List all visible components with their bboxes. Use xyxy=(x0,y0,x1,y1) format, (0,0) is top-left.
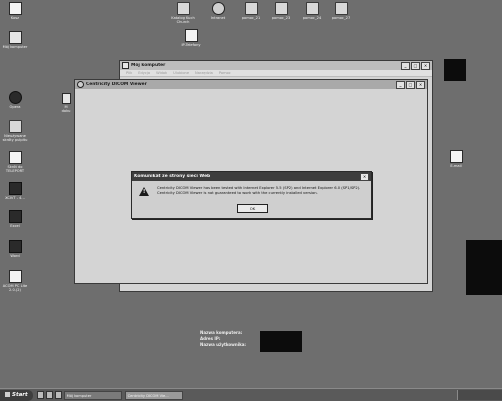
desktop-icon-opera[interactable]: Opera xyxy=(0,91,30,109)
desktop-icon-label: Katalog Kuch Church xyxy=(171,16,195,24)
folder-icon xyxy=(274,2,288,15)
desktop-icon-pomoc-24[interactable]: pomoc_24 xyxy=(297,2,327,20)
opera-icon xyxy=(8,91,22,104)
desktop-icon-katalog[interactable]: Katalog Kuch Church xyxy=(168,2,198,24)
desktop-icon-label: pomoc_24 xyxy=(302,16,322,20)
computer-icon xyxy=(8,31,22,44)
folder-icon xyxy=(244,2,258,15)
desktop-icon-moj-komputer[interactable]: Mój komputer xyxy=(0,31,30,49)
menu-item-widok[interactable]: Widok xyxy=(156,71,167,75)
maximize-button[interactable]: □ xyxy=(406,80,415,89)
app-icon xyxy=(8,270,22,283)
folder-icon xyxy=(8,120,22,133)
desktop-icon-acom[interactable]: ACOM PC Lite 2.0.(2) xyxy=(0,270,30,292)
desktop-icon-label: pomoc_27 xyxy=(331,16,351,20)
user-name-label: Nazwa użytkownika: xyxy=(200,342,247,347)
desktop-icon-label: IP-Telefony xyxy=(181,43,201,47)
document-icon xyxy=(61,93,71,104)
desktop-icon-email[interactable]: E-mail xyxy=(441,150,471,168)
warning-icon: ! xyxy=(139,187,149,196)
menu-bar: Plik Edycja Widok Ulubione Narzędzia Pom… xyxy=(120,70,432,77)
desktop-icon-word[interactable]: Word xyxy=(0,240,30,258)
menu-item-ulubione[interactable]: Ulubione xyxy=(173,71,189,75)
excel-icon xyxy=(8,210,22,223)
taskbar: Start Mój komputer Centricity DICOM Vie.… xyxy=(0,388,502,401)
maximize-button[interactable]: □ xyxy=(411,61,420,70)
close-button[interactable]: ✕ xyxy=(416,80,425,89)
ie-icon xyxy=(77,81,84,88)
desktop-icon-label: Opera xyxy=(9,105,21,109)
desktop-icon-label: Excel xyxy=(10,224,20,228)
window-titlebar[interactable]: Centricity DICOM Viewer _ □ ✕ xyxy=(75,80,427,89)
taskbar-item-dicom-viewer[interactable]: Centricity DICOM Vie... xyxy=(124,390,183,400)
desktop-icon-label: pomoc_23 xyxy=(271,16,291,20)
menu-item-edycja[interactable]: Edycja xyxy=(138,71,150,75)
dialog-message: Centricity DICOM Viewer has been tested … xyxy=(157,186,361,195)
window-title: Centricity DICOM Viewer xyxy=(86,82,147,87)
desktop-icon-label: E-mail xyxy=(450,164,462,168)
dialog-body: ! Centricity DICOM Viewer has been teste… xyxy=(132,181,371,218)
desktop-icon-pomoc-27[interactable]: pomoc_27 xyxy=(326,2,356,20)
menu-item-narzedzia[interactable]: Narzędzia xyxy=(195,71,213,75)
minimize-button[interactable]: _ xyxy=(401,61,410,70)
redacted-block xyxy=(260,331,302,352)
minimize-button[interactable]: _ xyxy=(396,80,405,89)
redacted-block xyxy=(444,59,466,81)
computer-info: Nazwa komputera: Adres IP: Nazwa użytkow… xyxy=(200,330,246,348)
quicklaunch-desktop-icon[interactable] xyxy=(45,391,53,399)
desktop-icon-label: pomoc_21 xyxy=(241,16,261,20)
desktop-icon-label: Kosz xyxy=(10,16,20,20)
email-icon xyxy=(449,150,463,163)
desktop-icon-intranet[interactable]: Intranet xyxy=(203,2,233,20)
menu-item-pomoc[interactable]: Pomoc xyxy=(219,71,231,75)
desktop-icon-kosz[interactable]: Kosz xyxy=(0,2,30,20)
trash-icon xyxy=(8,2,22,15)
app-icon xyxy=(8,182,22,195)
desktop-icon-niezywane[interactable]: Nieużywane skróty pulpitu xyxy=(0,120,30,142)
dialog-close-button[interactable]: ✕ xyxy=(360,172,369,181)
windows-logo-icon xyxy=(5,391,10,397)
desktop-icon-label: Word xyxy=(10,254,20,258)
globe-icon xyxy=(211,2,225,15)
system-tray xyxy=(457,390,502,400)
desktop-icon-skrot-teleporty[interactable]: Skrót do TELEPORT xyxy=(0,151,30,173)
quicklaunch-ie-icon[interactable] xyxy=(36,391,44,399)
desktop-icon-label: Intranet xyxy=(210,16,226,20)
quicklaunch-media-icon[interactable] xyxy=(54,391,62,399)
phone-icon xyxy=(184,29,198,42)
menu-item-plik[interactable]: Plik xyxy=(126,71,132,75)
window-title: Mój komputer xyxy=(131,63,166,68)
taskbar-item-moj-komputer[interactable]: Mój komputer xyxy=(63,390,122,400)
computer-icon xyxy=(122,62,129,69)
window-titlebar[interactable]: Mój komputer _ □ ✕ xyxy=(120,61,432,70)
folder-icon xyxy=(176,2,190,15)
desktop-icon-pomoc-23[interactable]: pomoc_23 xyxy=(266,2,296,20)
ok-button[interactable]: OK xyxy=(237,204,268,213)
desktop-icon-label: Nieużywane skróty pulpitu xyxy=(2,134,28,142)
desktop-icon-label: Mój komputer xyxy=(2,45,28,49)
desktop-icon-label: Skrót do TELEPORT xyxy=(5,165,25,173)
desktop-icon-ip-telefony[interactable]: IP-Telefony xyxy=(176,29,206,47)
desktop-icon-label: M doku xyxy=(61,105,71,113)
close-button[interactable]: ✕ xyxy=(421,61,430,70)
alert-dialog[interactable]: Komunikat ze strony sieci Web ✕ ! Centri… xyxy=(131,171,372,219)
shortcut-icon xyxy=(8,151,22,164)
dialog-title: Komunikat ze strony sieci Web xyxy=(134,174,211,179)
redacted-block xyxy=(466,240,502,295)
desktop-icon-label: ACOM PC Lite 2.0.(2) xyxy=(2,284,28,292)
desktop-icon-partial[interactable]: M doku xyxy=(58,93,74,113)
desktop-icon-pomoc-21[interactable]: pomoc_21 xyxy=(236,2,266,20)
word-icon xyxy=(8,240,22,253)
folder-icon xyxy=(305,2,319,15)
dialog-titlebar[interactable]: Komunikat ze strony sieci Web ✕ xyxy=(132,172,371,181)
folder-icon xyxy=(334,2,348,15)
desktop-icon-xcivt[interactable]: XCIVT - 4... xyxy=(0,182,30,200)
desktop-icon-label: XCIVT - 4... xyxy=(5,196,25,200)
desktop-icon-excel[interactable]: Excel xyxy=(0,210,30,228)
start-button[interactable]: Start xyxy=(0,389,33,401)
start-label: Start xyxy=(12,391,28,398)
